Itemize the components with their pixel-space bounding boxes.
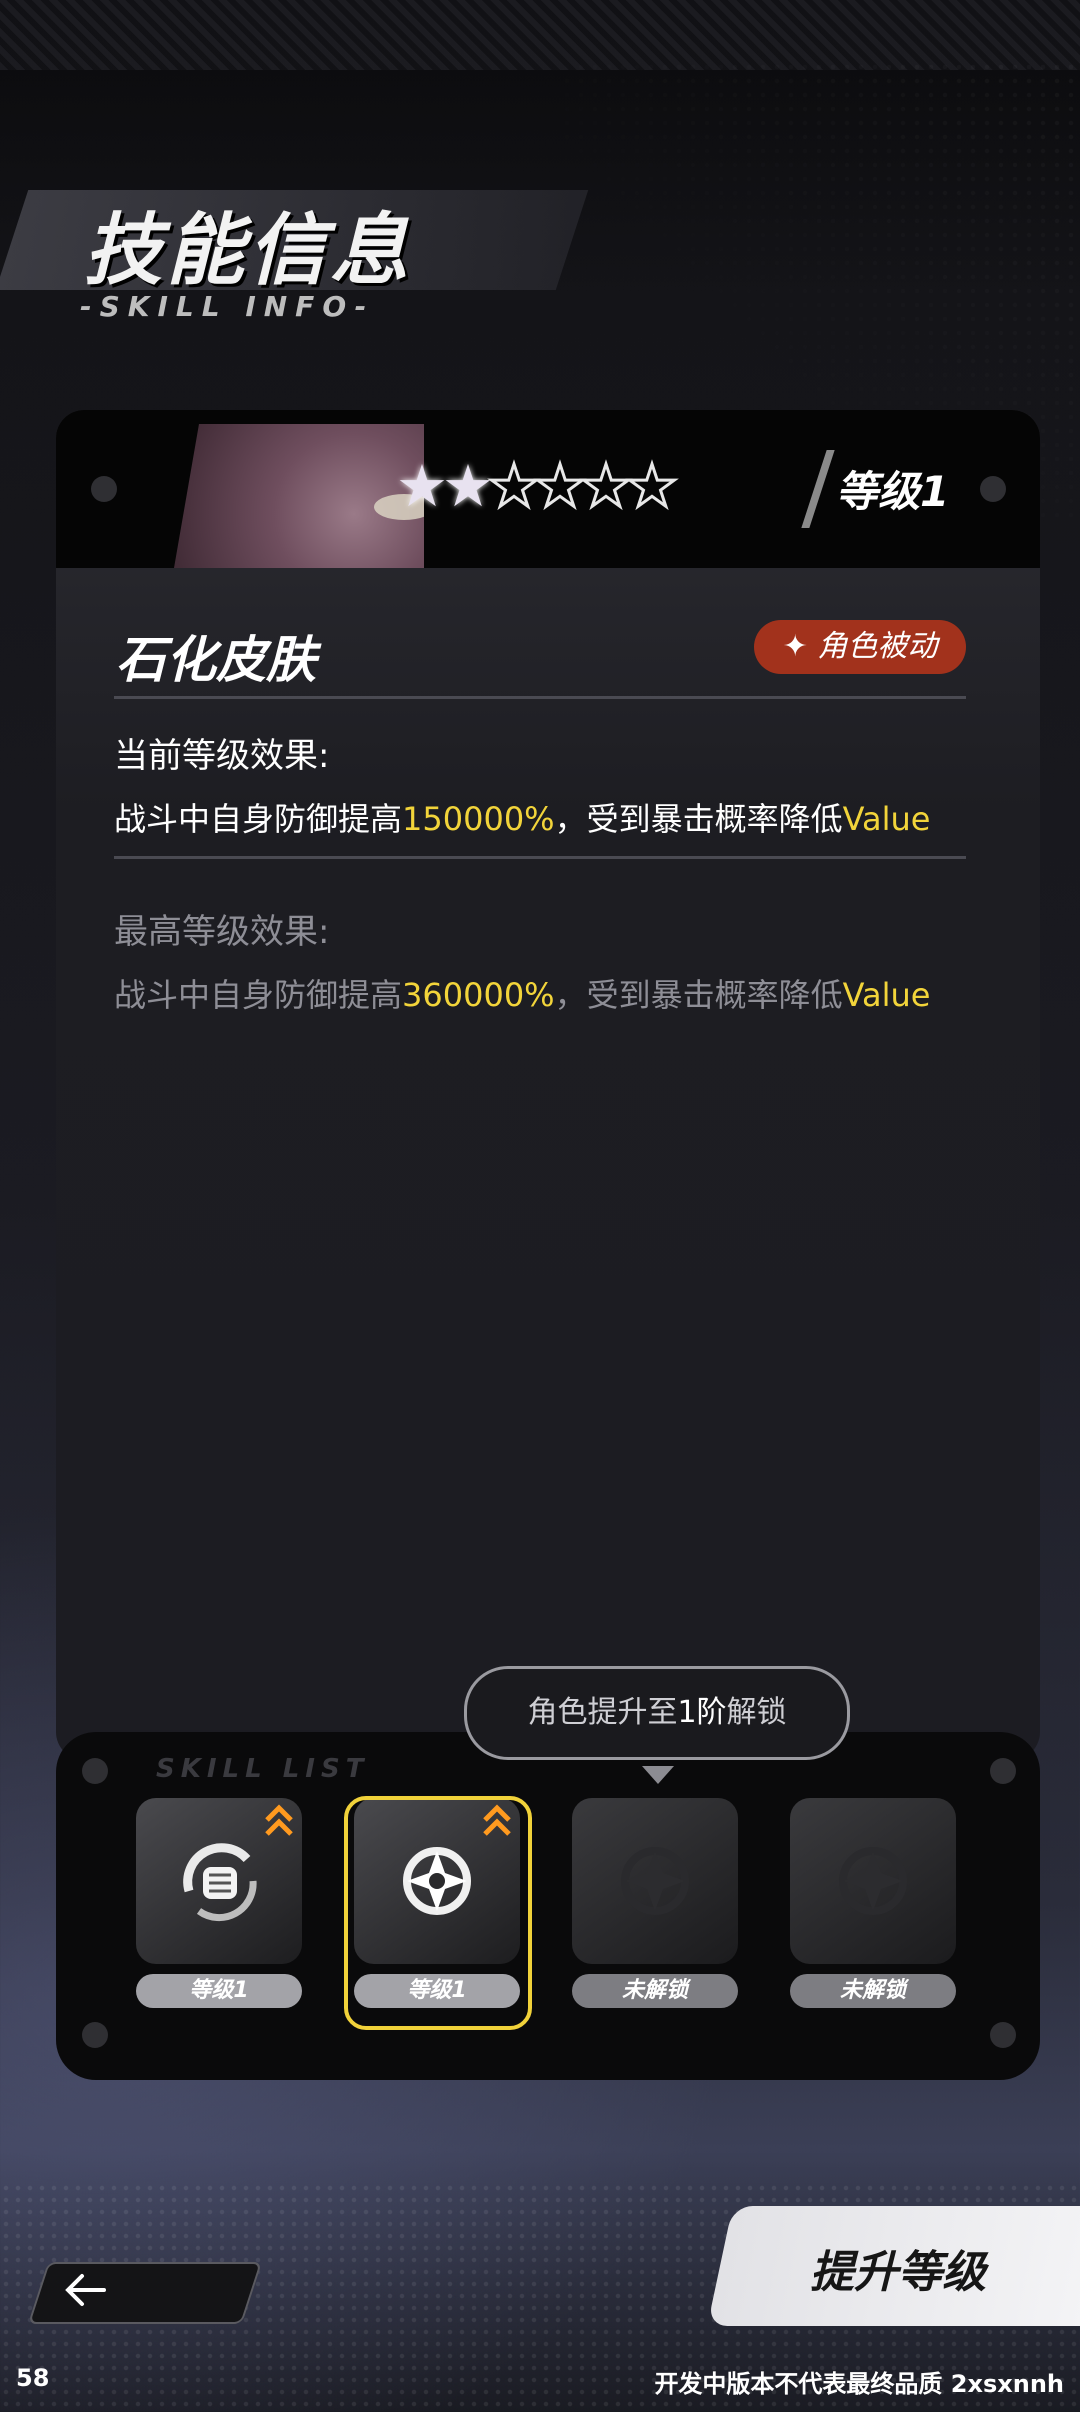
skill-level-label: 等级1 bbox=[836, 467, 950, 516]
star-empty-icon: ★ bbox=[533, 451, 588, 522]
effect-text: ，受到暴击概率降低 bbox=[554, 800, 843, 838]
divider bbox=[114, 856, 966, 859]
badge-label: 角色被动 bbox=[817, 629, 938, 664]
tooltip-text: 解锁 bbox=[726, 1695, 787, 1730]
effect-value: Value bbox=[842, 800, 931, 838]
effect-text: ，受到暴击概率降低 bbox=[554, 976, 843, 1014]
skill-slot-caption: 未解锁 bbox=[572, 1974, 738, 2008]
unlock-tooltip: 角色提升至1阶解锁 bbox=[464, 1666, 850, 1760]
divider bbox=[114, 696, 966, 699]
shuriken-icon-locked bbox=[839, 1847, 907, 1915]
upgrade-button-label[interactable]: 提升等级 bbox=[810, 2236, 986, 2300]
skill-name: 石化皮肤 bbox=[116, 631, 316, 689]
skill-slot-caption: 未解锁 bbox=[790, 1974, 956, 2008]
selected-slot-frame bbox=[344, 1796, 532, 2030]
header-rivet bbox=[91, 476, 117, 502]
skill-list-panel: SKILL LIST 等级1 等级1 未解锁 未解锁 bbox=[56, 1732, 1040, 2080]
upgrade-chevron-icon bbox=[265, 1804, 293, 1836]
character-portrait bbox=[174, 424, 424, 568]
star-empty-icon: ★ bbox=[487, 451, 542, 522]
star-filled-icon: ★ bbox=[396, 452, 448, 520]
panel-rivet bbox=[82, 2022, 108, 2048]
skill-slot-3[interactable]: 未解锁 bbox=[572, 1798, 738, 2008]
shuriken-small-icon: ✦ bbox=[782, 629, 808, 664]
effect-value: 360000% bbox=[402, 976, 555, 1014]
tooltip-highlight: 1阶 bbox=[677, 1695, 727, 1730]
card-header: ★★★★★★ 等级1 bbox=[56, 410, 1040, 568]
divider-slash bbox=[801, 450, 835, 528]
star-empty-icon: ★ bbox=[625, 451, 680, 522]
tooltip-arrow bbox=[642, 1766, 674, 1784]
skill-slot-box bbox=[790, 1798, 956, 1964]
skill-list-label: SKILL LIST bbox=[156, 1754, 370, 1784]
panel-rivet bbox=[990, 1758, 1016, 1784]
star-empty-icon: ★ bbox=[579, 451, 634, 522]
footer-page-number: 58 bbox=[16, 2364, 50, 2392]
header-rivet bbox=[980, 476, 1006, 502]
panel-rivet bbox=[82, 1758, 108, 1784]
page-subtitle: -SKILL INFO- bbox=[80, 290, 375, 323]
current-effect-title: 当前等级效果: bbox=[114, 736, 330, 776]
skill-slot-box bbox=[572, 1798, 738, 1964]
panel-rivet bbox=[990, 2022, 1016, 2048]
tooltip-text: 角色提升至 bbox=[527, 1695, 678, 1730]
current-effect-text: 战斗中自身防御提高150000%，受到暴击概率降低Value bbox=[114, 794, 930, 840]
star-filled-icon: ★ bbox=[442, 452, 494, 520]
footer-build-notice: 开发中版本不代表最终品质 2xsxnnh bbox=[654, 2370, 1064, 2398]
skill-slot-1[interactable]: 等级1 bbox=[136, 1798, 302, 2008]
star-rating: ★★★★★★ bbox=[396, 451, 680, 522]
skill-slot-caption: 等级1 bbox=[136, 1974, 302, 2008]
effect-value: 150000% bbox=[402, 800, 555, 838]
page-title: 技能信息 bbox=[84, 206, 413, 296]
passive-badge: ✦ 角色被动 bbox=[754, 620, 966, 674]
skill-info-card: ★★★★★★ 等级1 石化皮肤 ✦ 角色被动 当前等级效果: 战斗中自身防御提高… bbox=[56, 410, 1040, 1760]
arrow-left-icon[interactable] bbox=[64, 2268, 108, 2312]
max-effect-title: 最高等级效果: bbox=[114, 912, 330, 952]
effect-text: 战斗中自身防御提高 bbox=[114, 976, 403, 1014]
effect-value: Value bbox=[842, 976, 931, 1014]
fist-icon bbox=[183, 1843, 257, 1922]
skill-slot-4[interactable]: 未解锁 bbox=[790, 1798, 956, 2008]
effect-text: 战斗中自身防御提高 bbox=[114, 800, 403, 838]
max-effect-text: 战斗中自身防御提高360000%，受到暴击概率降低Value bbox=[114, 970, 930, 1016]
shuriken-icon-locked bbox=[621, 1847, 689, 1915]
